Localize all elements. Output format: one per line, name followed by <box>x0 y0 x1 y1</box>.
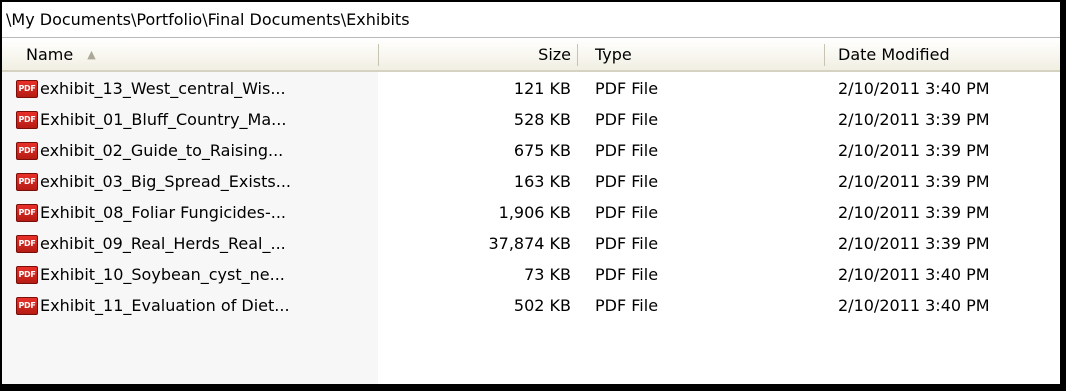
file-name: exhibit_13_West_central_Wis... <box>40 79 286 98</box>
column-header-size[interactable]: Size <box>379 39 571 70</box>
file-name-cell[interactable]: PDF exhibit_02_Guide_to_Raising... <box>16 135 376 166</box>
address-path: \My Documents\Portfolio\Final Documents\… <box>6 10 410 29</box>
file-date-modified: 2/10/2011 3:39 PM <box>838 172 990 191</box>
file-type: PDF File <box>595 234 659 253</box>
pdf-file-icon: PDF <box>16 141 38 160</box>
column-header-name[interactable]: Name ▲ <box>2 39 378 70</box>
file-name: Exhibit_10_Soybean_cyst_ne... <box>40 265 285 284</box>
file-type: PDF File <box>595 265 659 284</box>
file-date-modified: 2/10/2011 3:40 PM <box>838 79 990 98</box>
file-type: PDF File <box>595 296 659 315</box>
file-type: PDF File <box>595 141 659 160</box>
pdf-file-icon: PDF <box>16 296 38 315</box>
column-header-type[interactable]: Type <box>578 39 823 70</box>
column-header-date[interactable]: Date Modified <box>825 39 1060 70</box>
file-size: 675 KB <box>513 141 571 160</box>
file-name-cell[interactable]: PDF exhibit_03_Big_Spread_Exists... <box>16 166 376 197</box>
file-size: 1,906 KB <box>498 203 571 222</box>
file-name: exhibit_03_Big_Spread_Exists... <box>40 172 291 191</box>
file-size: 121 KB <box>513 79 571 98</box>
file-type: PDF File <box>595 172 659 191</box>
column-header-date-label: Date Modified <box>838 45 950 64</box>
file-date-modified: 2/10/2011 3:40 PM <box>838 265 990 284</box>
file-type: PDF File <box>595 110 659 129</box>
file-row[interactable]: PDF Exhibit_01_Bluff_Country_Ma... 528 K… <box>2 104 1060 135</box>
file-date-modified: 2/10/2011 3:39 PM <box>838 234 990 253</box>
column-header-bar: Name ▲ Size Type Date Modified <box>2 39 1060 72</box>
file-size: 37,874 KB <box>488 234 571 253</box>
file-name-cell[interactable]: PDF Exhibit_01_Bluff_Country_Ma... <box>16 104 376 135</box>
file-type: PDF File <box>595 79 659 98</box>
file-row[interactable]: PDF Exhibit_08_Foliar Fungicides-... 1,9… <box>2 197 1060 228</box>
file-date-modified: 2/10/2011 3:39 PM <box>838 203 990 222</box>
file-name-cell[interactable]: PDF exhibit_13_West_central_Wis... <box>16 73 376 104</box>
pdf-file-icon: PDF <box>16 172 38 191</box>
file-size: 502 KB <box>513 296 571 315</box>
explorer-window: \My Documents\Portfolio\Final Documents\… <box>2 2 1060 384</box>
file-date-modified: 2/10/2011 3:40 PM <box>838 296 990 315</box>
pdf-file-icon: PDF <box>16 110 38 129</box>
pdf-file-icon: PDF <box>16 79 38 98</box>
file-row[interactable]: PDF exhibit_09_Real_Herds_Real_... 37,87… <box>2 228 1060 259</box>
sort-ascending-icon: ▲ <box>87 48 96 61</box>
file-name: Exhibit_01_Bluff_Country_Ma... <box>40 110 287 129</box>
pdf-file-icon: PDF <box>16 265 38 284</box>
file-list: PDF exhibit_13_West_central_Wis... 121 K… <box>2 73 1060 321</box>
column-header-size-label: Size <box>538 45 571 64</box>
file-date-modified: 2/10/2011 3:39 PM <box>838 110 990 129</box>
file-name-cell[interactable]: PDF Exhibit_11_Evaluation of Diet... <box>16 290 376 321</box>
file-row[interactable]: PDF exhibit_13_West_central_Wis... 121 K… <box>2 73 1060 104</box>
address-bar[interactable]: \My Documents\Portfolio\Final Documents\… <box>2 2 1060 38</box>
file-row[interactable]: PDF exhibit_03_Big_Spread_Exists... 163 … <box>2 166 1060 197</box>
file-date-modified: 2/10/2011 3:39 PM <box>838 141 990 160</box>
file-row[interactable]: PDF exhibit_02_Guide_to_Raising... 675 K… <box>2 135 1060 166</box>
file-name-cell[interactable]: PDF Exhibit_08_Foliar Fungicides-... <box>16 197 376 228</box>
file-size: 73 KB <box>524 265 571 284</box>
file-name-cell[interactable]: PDF Exhibit_10_Soybean_cyst_ne... <box>16 259 376 290</box>
file-size: 163 KB <box>513 172 571 191</box>
file-name-cell[interactable]: PDF exhibit_09_Real_Herds_Real_... <box>16 228 376 259</box>
file-type: PDF File <box>595 203 659 222</box>
file-row[interactable]: PDF Exhibit_11_Evaluation of Diet... 502… <box>2 290 1060 321</box>
pdf-file-icon: PDF <box>16 203 38 222</box>
pdf-file-icon: PDF <box>16 234 38 253</box>
column-header-name-label: Name <box>26 45 74 64</box>
file-name: exhibit_09_Real_Herds_Real_... <box>40 234 286 253</box>
file-name: exhibit_02_Guide_to_Raising... <box>40 141 284 160</box>
column-header-type-label: Type <box>595 45 632 64</box>
file-size: 528 KB <box>513 110 571 129</box>
file-name: Exhibit_08_Foliar Fungicides-... <box>40 203 286 222</box>
file-name: Exhibit_11_Evaluation of Diet... <box>40 296 290 315</box>
file-row[interactable]: PDF Exhibit_10_Soybean_cyst_ne... 73 KB … <box>2 259 1060 290</box>
